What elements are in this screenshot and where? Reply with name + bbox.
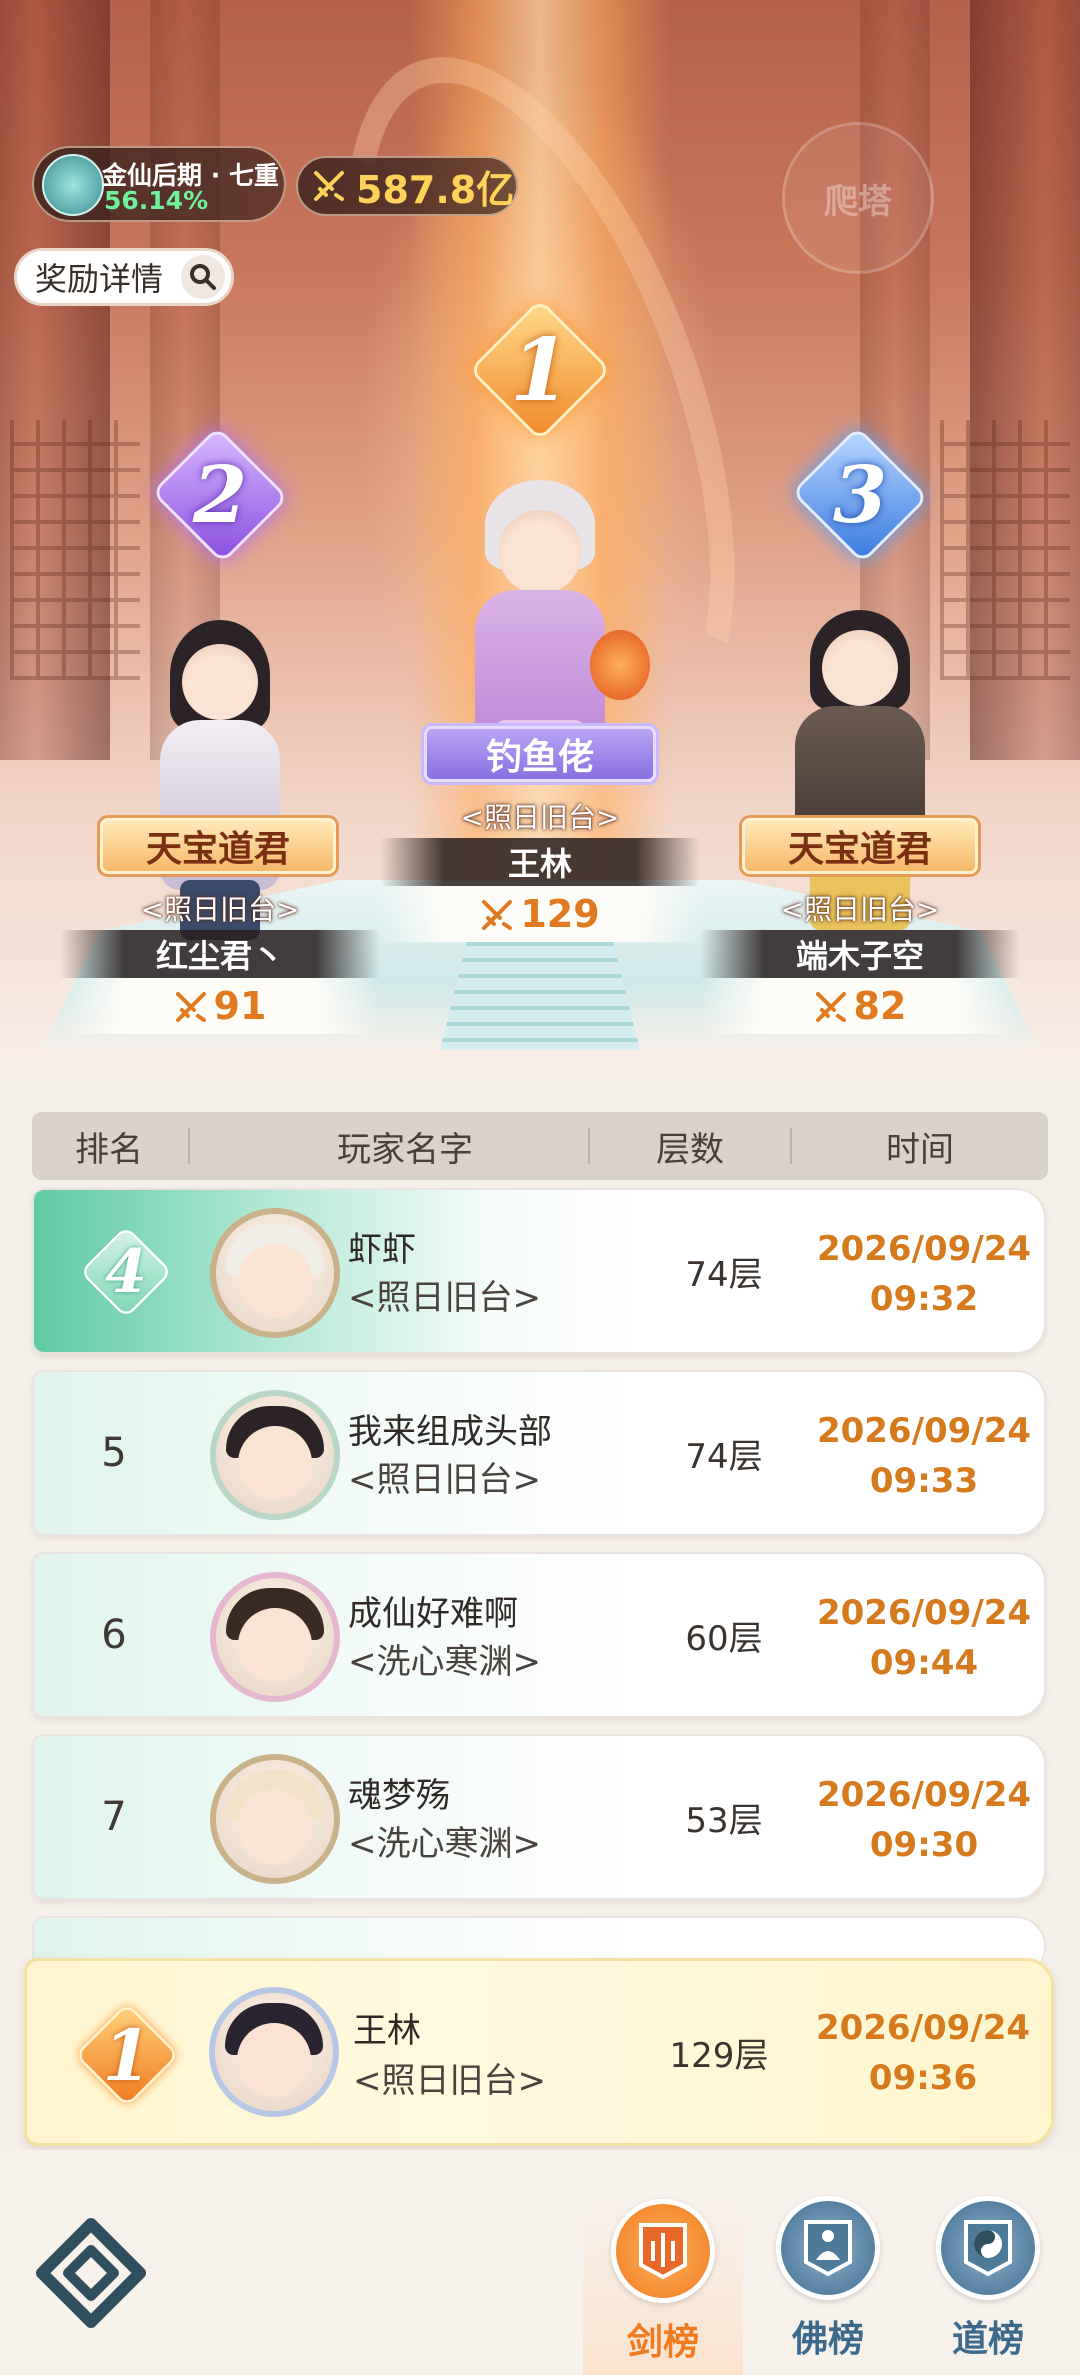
floor-count: 74层 xyxy=(685,1436,763,1477)
header-floor: 层数 xyxy=(656,1129,724,1170)
header-time: 时间 xyxy=(886,1129,954,1170)
buddha-banner-icon xyxy=(776,2196,880,2300)
sword-icon xyxy=(480,897,514,931)
player-guild: <照日旧台> xyxy=(348,1278,541,1318)
tab-label: 佛榜 xyxy=(791,2319,864,2360)
rank-number: 6 xyxy=(101,1612,127,1658)
search-icon xyxy=(181,255,225,299)
avatar[interactable] xyxy=(210,1390,340,1520)
player-guild: <照日旧台> xyxy=(348,1460,541,1500)
leaderboard-header: 排名 玩家名字 层数 时间 xyxy=(32,1112,1048,1180)
player-guild: <照日旧台> xyxy=(353,2061,546,2101)
realm-avatar-icon xyxy=(42,154,104,216)
floor-count: 129层 xyxy=(669,2035,769,2076)
climb-tower-button[interactable]: 爬塔 xyxy=(782,122,934,274)
sword-icon xyxy=(312,169,346,203)
floor-count: 60层 xyxy=(685,1618,763,1659)
yin-yang-banner-icon xyxy=(936,2196,1040,2300)
home-icon[interactable] xyxy=(36,2218,146,2328)
record-time: 2026/09/24 09:33 xyxy=(816,1411,1032,1501)
player-name: 成仙好难啊 xyxy=(348,1594,518,1634)
rank-3-title: 天宝道君 xyxy=(742,818,978,874)
player-name: 我来组成头部 xyxy=(348,1412,552,1452)
rank-1-badge: 1 xyxy=(468,298,612,442)
header-player-name: 玩家名字 xyxy=(337,1129,473,1170)
rank-2-title: 天宝道君 xyxy=(100,818,336,874)
my-ranking-row[interactable]: 1 王林 <照日旧台> 129层 2026/09/24 09:36 xyxy=(24,1958,1054,2146)
header-rank: 排名 xyxy=(75,1129,143,1170)
record-time: 2026/09/24 09:32 xyxy=(816,1229,1032,1319)
rank-1-guild: <照日旧台> xyxy=(460,801,620,834)
rank-3-badge: 3 xyxy=(790,426,930,564)
player-guild: <洗心寒渊> xyxy=(348,1642,541,1682)
rank-3-guild: <照日旧台> xyxy=(780,893,940,926)
leaderboard-row[interactable]: 7 魂梦殇 <洗心寒渊> 53层 2026/09/24 09:30 xyxy=(32,1734,1046,1900)
rank-2-badge: 2 xyxy=(150,426,290,564)
tab-label: 剑榜 xyxy=(626,2322,699,2363)
bottom-nav xyxy=(0,2150,1080,2375)
rank-2-guild: <照日旧台> xyxy=(140,893,300,926)
tab-sword-ranking[interactable]: 剑榜 xyxy=(583,2195,743,2375)
floor-count: 74层 xyxy=(685,1254,763,1295)
sword-icon xyxy=(174,989,208,1023)
rank-number: 5 xyxy=(101,1430,127,1476)
record-time: 2026/09/24 09:30 xyxy=(816,1775,1032,1865)
player-name: 王林 xyxy=(353,2011,421,2051)
podium-steps xyxy=(440,930,640,1050)
rank-number: 4 xyxy=(105,1237,147,1307)
window-lattice xyxy=(10,420,140,680)
rank-2-score: 91 xyxy=(60,978,380,1034)
leaderboard-row[interactable]: 6 成仙好难啊 <洗心寒渊> 60层 2026/09/24 09:44 xyxy=(32,1552,1046,1718)
combat-power[interactable]: 587.8亿 xyxy=(296,156,518,216)
avatar[interactable] xyxy=(210,1572,340,1702)
avatar[interactable] xyxy=(209,1987,339,2117)
tab-buddha-ranking[interactable]: 佛榜 xyxy=(763,2196,893,2366)
combat-power-value: 587.8亿 xyxy=(356,167,515,212)
avatar[interactable] xyxy=(210,1208,340,1338)
my-rank-number: 1 xyxy=(102,2013,152,2097)
realm-progress: 56.14% xyxy=(104,186,209,215)
rank-1-name: 王林 xyxy=(380,838,700,886)
rank-2-name: 红尘君丶 xyxy=(60,930,380,978)
leaderboard-row[interactable]: 4 虾虾 <照日旧台> 74层 2026/09/24 09:32 xyxy=(32,1188,1046,1354)
rank-3-score: 82 xyxy=(700,978,1020,1034)
sword-icon xyxy=(814,989,848,1023)
reward-details-label: 奖励详情 xyxy=(35,260,164,298)
rank-1-title: 钓鱼佬 xyxy=(424,726,656,782)
window-lattice xyxy=(940,420,1070,680)
tab-dao-ranking[interactable]: 道榜 xyxy=(923,2196,1053,2366)
record-time: 2026/09/24 09:36 xyxy=(815,2008,1031,2098)
player-name: 魂梦殇 xyxy=(348,1776,450,1816)
player-guild: <洗心寒渊> xyxy=(348,1824,541,1864)
player-name: 虾虾 xyxy=(348,1230,416,1270)
sword-banner-icon xyxy=(611,2199,715,2303)
realm-status[interactable]: 金仙后期 · 七重 56.14% xyxy=(32,146,286,222)
avatar[interactable] xyxy=(210,1754,340,1884)
tab-label: 道榜 xyxy=(951,2319,1024,2360)
character-rank-3[interactable] xyxy=(770,590,950,930)
record-time: 2026/09/24 09:44 xyxy=(816,1593,1032,1683)
floor-count: 53层 xyxy=(685,1800,763,1841)
my-rank-badge: 1 xyxy=(74,2002,180,2108)
rank-1-score: 129 xyxy=(380,886,700,942)
leaderboard-row[interactable]: 5 我来组成头部 <照日旧台> 74层 2026/09/24 09:33 xyxy=(32,1370,1046,1536)
rank-number: 7 xyxy=(101,1794,127,1840)
rank-3-name: 端木子空 xyxy=(700,930,1020,978)
reward-details-button[interactable]: 奖励详情 xyxy=(14,248,234,306)
